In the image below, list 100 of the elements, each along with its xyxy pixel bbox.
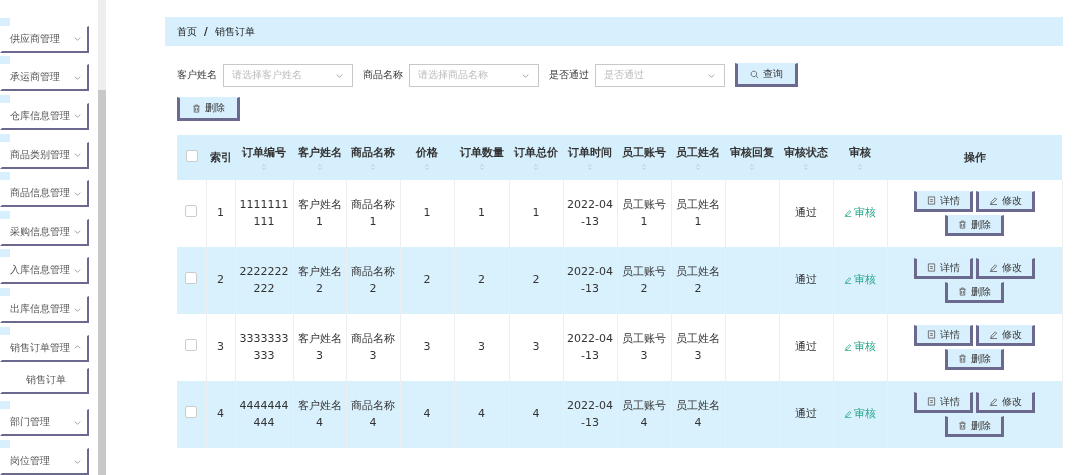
table-cell: 员工姓名3: [676, 332, 720, 362]
trash-icon: [958, 287, 967, 296]
menu-marker: [0, 56, 10, 65]
menu-item[interactable]: 销售订单管理: [0, 334, 89, 362]
detail-button[interactable]: 详情: [914, 325, 973, 346]
menu-item[interactable]: 仓库信息管理: [0, 102, 89, 130]
menu-marker: [0, 288, 10, 296]
trash-icon: [958, 421, 967, 430]
scrollbar[interactable]: [98, 0, 106, 475]
table-cell: 3: [532, 340, 540, 354]
table-cell: 通过: [795, 206, 817, 220]
trash-icon: [958, 354, 967, 363]
table-cell: 3: [217, 340, 224, 354]
menu-item[interactable]: 供应商管理: [0, 25, 89, 53]
sort-icon: [532, 162, 540, 171]
chevron-icon: [73, 34, 82, 44]
table-cell: 2022-04-13: [567, 198, 613, 228]
menu-marker: [0, 249, 10, 258]
edit-button[interactable]: 修改: [976, 392, 1035, 413]
table-cell: 员工姓名1: [676, 198, 720, 228]
pen-icon: [989, 263, 998, 272]
sort-icon: [423, 162, 431, 171]
menu-marker: [0, 210, 10, 219]
table-cell: 2222222222: [239, 265, 289, 295]
menu-item[interactable]: 出库信息管理: [0, 296, 89, 323]
table-cell: 3: [478, 340, 485, 354]
breadcrumb-item[interactable]: 首页: [177, 24, 197, 39]
menu-item[interactable]: 部门管理: [0, 409, 89, 437]
column-header: 操作: [963, 151, 986, 164]
sort-icon: [315, 162, 324, 171]
delete-button[interactable]: 删除: [945, 282, 1004, 303]
table-cell: 1: [217, 206, 224, 220]
filter-label: 商品名称: [363, 68, 403, 82]
pen-icon: [844, 208, 852, 217]
pen-icon: [989, 196, 998, 205]
delete-button[interactable]: 删除: [945, 215, 1004, 236]
table-cell: 1: [532, 206, 540, 220]
table-cell: 4: [478, 407, 485, 421]
menu-marker: [0, 17, 10, 26]
checkbox[interactable]: [185, 405, 198, 418]
breadcrumb-item: 销售订单: [214, 24, 255, 39]
table-cell: 员工姓名2: [676, 265, 720, 295]
search-button[interactable]: 查询: [735, 63, 798, 87]
menu-item[interactable]: 商品信息管理: [0, 180, 89, 208]
table-cell: 2022-04-13: [567, 332, 613, 362]
chevron-icon: [73, 150, 82, 159]
edit-button[interactable]: 修改: [976, 258, 1035, 279]
table-cell: 2022-04-13: [567, 265, 613, 295]
delete-button[interactable]: 删除: [945, 416, 1004, 437]
edit-button[interactable]: 修改: [976, 191, 1035, 212]
table-cell: 商品名称2: [351, 265, 395, 295]
chevron-icon: [73, 111, 82, 121]
chevron-icon: [73, 227, 82, 237]
menu-item[interactable]: 采购信息管理: [0, 218, 89, 246]
table-cell: 2: [423, 273, 431, 287]
table-cell: 2: [532, 273, 540, 287]
sort-icon: [477, 162, 486, 171]
checkbox[interactable]: [185, 338, 198, 351]
table-cell: 商品名称3: [351, 332, 395, 362]
document-icon: [927, 397, 936, 406]
menu-item[interactable]: 入库信息管理: [0, 257, 89, 285]
delete-button[interactable]: 删除: [945, 349, 1004, 370]
sort-icon: [260, 162, 268, 171]
table-cell: 4444444444: [239, 399, 289, 429]
table-cell: 1111111111: [239, 198, 289, 228]
table-cell: 员工账号2: [622, 265, 666, 295]
edit-button[interactable]: 修改: [976, 325, 1035, 346]
menu-item[interactable]: 商品类别管理: [0, 141, 89, 169]
pen-icon: [844, 342, 852, 351]
table-cell: 2: [217, 273, 224, 287]
table-cell: 2: [478, 273, 485, 287]
trash-icon: [958, 220, 967, 229]
menu-item[interactable]: 承运商管理: [0, 64, 89, 92]
table-cell: 1: [478, 206, 485, 220]
table-cell: 1: [423, 206, 431, 220]
detail-button[interactable]: 详情: [914, 258, 973, 279]
table-cell: 客户姓名2: [297, 265, 342, 295]
menu-item[interactable]: 岗位管理: [0, 448, 89, 475]
document-icon: [927, 196, 936, 205]
table-cell: 客户姓名1: [297, 198, 342, 228]
table-cell: 4: [423, 407, 431, 421]
checkbox[interactable]: [185, 271, 198, 284]
table-cell: 通过: [795, 407, 817, 421]
menu-marker: [0, 94, 10, 103]
document-icon: [927, 330, 936, 339]
delete-button[interactable]: 删除: [177, 97, 240, 121]
submenu-item[interactable]: 销售订单: [0, 367, 89, 394]
checkbox[interactable]: [185, 204, 198, 217]
document-icon: [927, 263, 936, 272]
detail-button[interactable]: 详情: [914, 191, 973, 212]
pen-icon: [989, 397, 998, 406]
checkbox[interactable]: [185, 150, 198, 162]
sort-icon: [369, 162, 377, 171]
menu-marker: [0, 172, 10, 181]
scrollbar-thumb[interactable]: [98, 90, 106, 475]
sort-icon: [694, 162, 702, 171]
table-cell: 4: [217, 407, 224, 421]
sort-icon: [586, 162, 594, 171]
detail-button[interactable]: 详情: [914, 392, 973, 413]
trash-icon: [192, 103, 201, 113]
